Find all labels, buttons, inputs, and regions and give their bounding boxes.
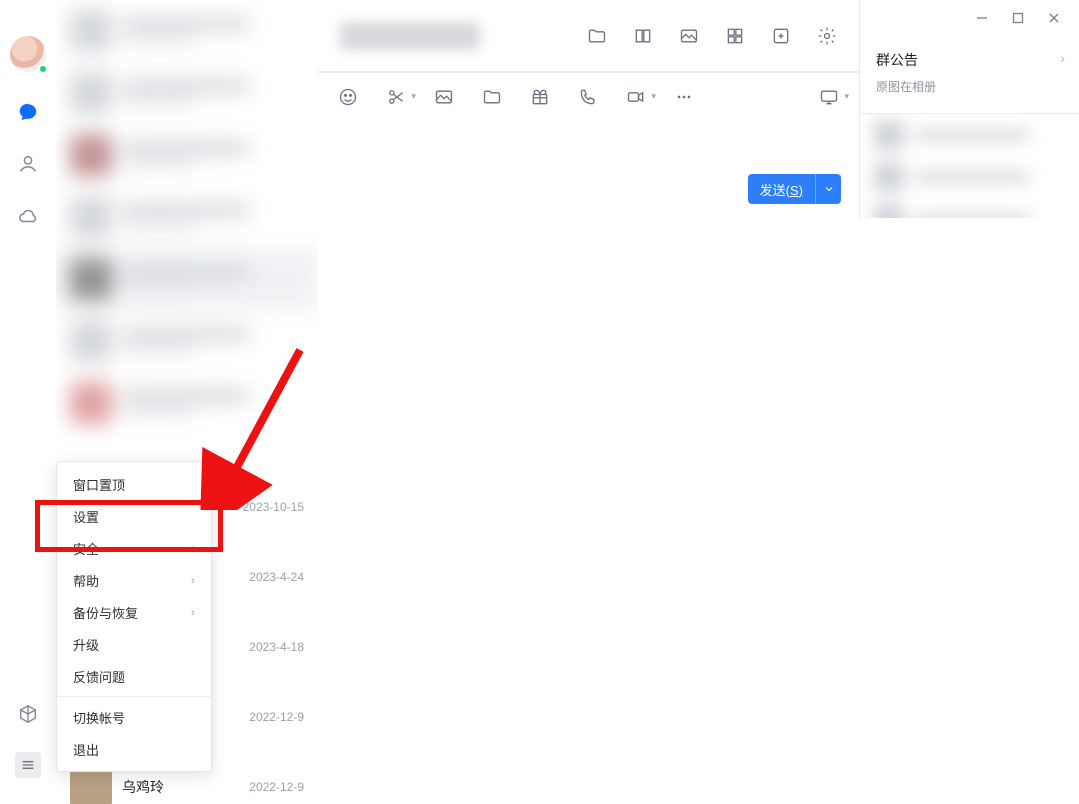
image-icon[interactable] <box>679 26 699 46</box>
context-menu: 窗口置顶 设置 安全› 帮助› 备份与恢复› 升级 反馈问题 切换帐号 退出 <box>56 461 212 772</box>
cloud-icon[interactable] <box>16 204 40 228</box>
folder-icon[interactable] <box>482 87 502 107</box>
chat-header <box>318 0 859 72</box>
ctx-upgrade[interactable]: 升级 <box>57 628 211 660</box>
conversation-time: 2023-10-15 <box>243 500 304 514</box>
ctx-backup-restore[interactable]: 备份与恢复› <box>57 596 211 628</box>
send-button-group: 发送(S) <box>748 174 841 204</box>
scissors-icon[interactable] <box>386 87 406 107</box>
chevron-right-icon: › <box>191 573 195 587</box>
menu-icon[interactable] <box>15 752 41 778</box>
close-button[interactable] <box>1047 11 1061 25</box>
send-dropdown[interactable] <box>815 174 841 204</box>
video-icon[interactable] <box>626 87 646 107</box>
grid-icon[interactable] <box>725 26 745 46</box>
main-column: 发送(S) 群公告 原图在相册 › <box>318 0 1079 804</box>
conversation-time: 2023-4-18 <box>249 640 304 654</box>
emoji-icon[interactable] <box>338 87 358 107</box>
cube-icon[interactable] <box>16 702 40 726</box>
app-root: 2023-10-15 2023-4-24 2023-4-18 2022-12-9… <box>0 0 1079 804</box>
book-icon[interactable] <box>633 26 653 46</box>
ctx-settings[interactable]: 设置 <box>57 500 211 532</box>
ctx-logout[interactable]: 退出 <box>57 733 211 765</box>
chevron-right-icon: › <box>191 541 195 555</box>
avatar[interactable] <box>10 36 46 72</box>
gift-icon[interactable] <box>530 87 550 107</box>
send-button[interactable]: 发送(S) <box>748 174 815 204</box>
image-icon[interactable] <box>434 87 454 107</box>
chat-bubble-icon[interactable] <box>16 100 40 124</box>
announcement-title: 群公告 <box>876 50 1063 70</box>
window-controls <box>860 0 1079 36</box>
screen-share-icon[interactable] <box>819 87 839 107</box>
maximize-button[interactable] <box>1011 11 1025 25</box>
ctx-feedback[interactable]: 反馈问题 <box>57 660 211 692</box>
ctx-security[interactable]: 安全› <box>57 532 211 564</box>
minimize-button[interactable] <box>975 11 989 25</box>
contacts-icon[interactable] <box>16 152 40 176</box>
input-area: 发送(S) <box>318 72 859 218</box>
announcement-text: 原图在相册 <box>876 78 1063 95</box>
ctx-help[interactable]: 帮助› <box>57 564 211 596</box>
group-announcement[interactable]: 群公告 原图在相册 › <box>860 36 1079 114</box>
phone-icon[interactable] <box>578 87 598 107</box>
folder-icon[interactable] <box>587 26 607 46</box>
conversation-time: 2022-12-9 <box>249 710 304 724</box>
settings-icon[interactable] <box>817 26 837 46</box>
chevron-right-icon: › <box>1060 50 1065 66</box>
chevron-right-icon: › <box>191 605 195 619</box>
right-panel: 群公告 原图在相册 › <box>859 0 1079 218</box>
conversation-time: 2023-4-24 <box>249 570 304 584</box>
separator <box>57 696 211 697</box>
add-icon[interactable] <box>771 26 791 46</box>
presence-dot <box>38 64 48 74</box>
ctx-pin-window[interactable]: 窗口置顶 <box>57 468 211 500</box>
member-list <box>860 114 1079 218</box>
conversation-time: 2022-12-9 <box>249 780 304 794</box>
conversation-name: 乌鸡玲 <box>122 777 164 797</box>
ctx-switch-account[interactable]: 切换帐号 <box>57 701 211 733</box>
more-icon[interactable] <box>674 87 694 107</box>
chat-title <box>340 22 480 50</box>
nav-rail <box>0 0 56 804</box>
